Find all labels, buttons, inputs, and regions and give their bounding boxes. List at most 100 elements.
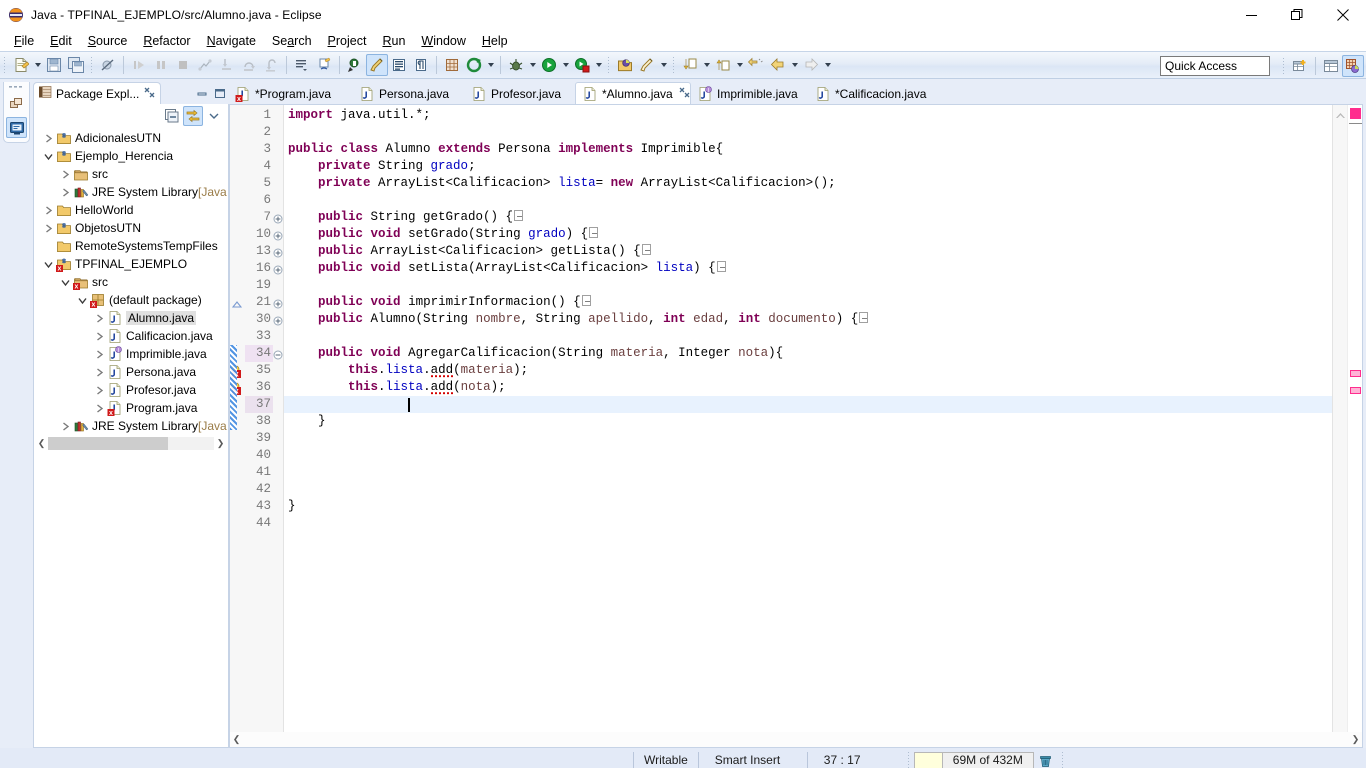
- hscroll-track[interactable]: [48, 437, 214, 450]
- tree-item-imprimible-java[interactable]: I Imprimible.java: [34, 345, 228, 363]
- tree-twisty[interactable]: [57, 184, 73, 200]
- tree-twisty[interactable]: [40, 238, 56, 254]
- toolbar-grip-2[interactable]: [90, 56, 95, 74]
- toggle-block-selection-button[interactable]: [388, 54, 410, 76]
- override-indicator-icon[interactable]: [231, 298, 243, 312]
- new-java-element-button[interactable]: [313, 54, 335, 76]
- code-line[interactable]: public ArrayList<Calificacion> getLista(…: [288, 243, 651, 260]
- editor-tab-calificacionjava[interactable]: *Calificacion.java: [809, 83, 941, 104]
- tree-twisty[interactable]: [91, 310, 107, 326]
- toolbar-grip-4[interactable]: [672, 56, 677, 74]
- tree-item-calificacion-java[interactable]: Calificacion.java: [34, 327, 228, 345]
- tree-twisty[interactable]: [40, 256, 56, 272]
- maximize-button[interactable]: [1274, 0, 1320, 30]
- tree-twisty[interactable]: [40, 220, 56, 236]
- next-annotation-button[interactable]: [679, 54, 701, 76]
- close-button[interactable]: [1320, 0, 1366, 30]
- coverage-button[interactable]: [571, 54, 593, 76]
- tree-item-src[interactable]: x src: [34, 273, 228, 291]
- code-line[interactable]: }: [288, 498, 296, 515]
- menu-run[interactable]: Run: [374, 32, 413, 50]
- menu-file[interactable]: File: [6, 32, 42, 50]
- heap-grip-2[interactable]: [1060, 751, 1066, 768]
- resume-button[interactable]: [128, 54, 150, 76]
- fold-expand-icon[interactable]: [273, 213, 283, 227]
- debug-button[interactable]: [505, 54, 527, 76]
- tree-twisty[interactable]: [91, 364, 107, 380]
- hscroll-thumb[interactable]: [48, 437, 168, 450]
- fold-collapse-icon[interactable]: [273, 349, 283, 363]
- editor-tab-personajava[interactable]: Persona.java: [353, 83, 465, 104]
- editor-tab-imprimiblejava[interactable]: I Imprimible.java: [691, 83, 809, 104]
- menu-edit[interactable]: Edit: [42, 32, 80, 50]
- menu-navigate[interactable]: Navigate: [199, 32, 264, 50]
- tree-twisty[interactable]: [57, 166, 73, 182]
- maximize-view-button[interactable]: [211, 84, 229, 102]
- view-menu-icon[interactable]: [204, 106, 224, 126]
- back-button[interactable]: [767, 54, 789, 76]
- skip-breakpoints-button[interactable]: [97, 54, 119, 76]
- minimize-button[interactable]: [1228, 0, 1274, 30]
- close-icon[interactable]: [144, 87, 155, 101]
- restore-view-icon[interactable]: [6, 94, 27, 115]
- run-external-tools-button[interactable]: [463, 54, 485, 76]
- menu-help[interactable]: Help: [474, 32, 516, 50]
- external-tools-dropdown[interactable]: [485, 54, 496, 76]
- next-annotation-dropdown[interactable]: [701, 54, 712, 76]
- minimize-view-button[interactable]: [193, 84, 211, 102]
- perspective-grip[interactable]: [1282, 57, 1287, 75]
- new-wizard-dropdown[interactable]: [32, 54, 43, 76]
- tree-twisty[interactable]: [57, 274, 73, 290]
- editor-tab-profesorjava[interactable]: Profesor.java: [465, 83, 575, 104]
- java-perspective-button[interactable]: [1342, 55, 1364, 77]
- collapse-all-icon[interactable]: [162, 106, 182, 126]
- hscroll-left-arrow[interactable]: ❮: [35, 436, 48, 451]
- tree-twisty[interactable]: [91, 382, 107, 398]
- error-marker-1[interactable]: [1350, 370, 1361, 377]
- tree-item-objetosutn[interactable]: ObjetosUTN: [34, 219, 228, 237]
- heap-grip[interactable]: [906, 751, 912, 768]
- tree-twisty[interactable]: [40, 130, 56, 146]
- java-editor[interactable]: xx 1234567101316192130333435363738394041…: [229, 104, 1363, 748]
- open-resource-button[interactable]: [614, 54, 636, 76]
- previous-annotation-button[interactable]: [712, 54, 734, 76]
- coverage-dropdown[interactable]: [593, 54, 604, 76]
- open-perspective-button[interactable]: [1289, 55, 1311, 77]
- menu-refactor[interactable]: Refactor: [135, 32, 198, 50]
- tree-item-tpfinal-ejemplo[interactable]: x TPFINAL_EJEMPLO: [34, 255, 228, 273]
- save-button[interactable]: [43, 54, 65, 76]
- toggle-mark-occurrences-button[interactable]: [366, 54, 388, 76]
- package-explorer-hscrollbar[interactable]: ❮ ❯: [34, 435, 228, 452]
- menu-source[interactable]: Source: [80, 32, 136, 50]
- fold-expand-icon[interactable]: [273, 298, 283, 312]
- save-all-button[interactable]: [65, 54, 87, 76]
- editor-marker-ruler[interactable]: xx: [230, 105, 245, 747]
- tree-twisty[interactable]: [74, 292, 90, 308]
- toolbar-grip[interactable]: [3, 56, 8, 74]
- open-type-button[interactable]: [344, 54, 366, 76]
- search-button[interactable]: [636, 54, 658, 76]
- previous-annotation-dropdown[interactable]: [734, 54, 745, 76]
- overview-collapse-icon[interactable]: [1335, 109, 1346, 123]
- code-line[interactable]: public void AgregarCalificacion(String m…: [288, 345, 783, 362]
- code-line[interactable]: public void setGrado(String grado) {: [288, 226, 599, 243]
- tree-item-profesor-java[interactable]: Profesor.java: [34, 381, 228, 399]
- hscroll-right-arrow[interactable]: ❯: [214, 436, 227, 451]
- tree-item-persona-java[interactable]: Persona.java: [34, 363, 228, 381]
- tree-twisty[interactable]: [40, 202, 56, 218]
- editor-vscrollbar[interactable]: [1347, 105, 1362, 747]
- tree-item-helloworld[interactable]: HelloWorld: [34, 201, 228, 219]
- debug-dropdown[interactable]: [527, 54, 538, 76]
- search-dropdown[interactable]: [658, 54, 669, 76]
- forward-dropdown[interactable]: [822, 54, 833, 76]
- open-task-button[interactable]: [291, 54, 313, 76]
- editor-tab-programjava[interactable]: x *Program.java: [229, 83, 353, 104]
- tree-item-alumno-java[interactable]: Alumno.java: [34, 309, 228, 327]
- forward-button[interactable]: [800, 54, 822, 76]
- code-line[interactable]: public Alumno(String nombre, String apel…: [288, 311, 869, 328]
- tree-item-src[interactable]: src: [34, 165, 228, 183]
- code-line[interactable]: public void setLista(ArrayList<Calificac…: [288, 260, 726, 277]
- disconnect-button[interactable]: [194, 54, 216, 76]
- tree-item-remotesystemstempfiles[interactable]: RemoteSystemsTempFiles: [34, 237, 228, 255]
- error-marker-2[interactable]: [1350, 387, 1361, 394]
